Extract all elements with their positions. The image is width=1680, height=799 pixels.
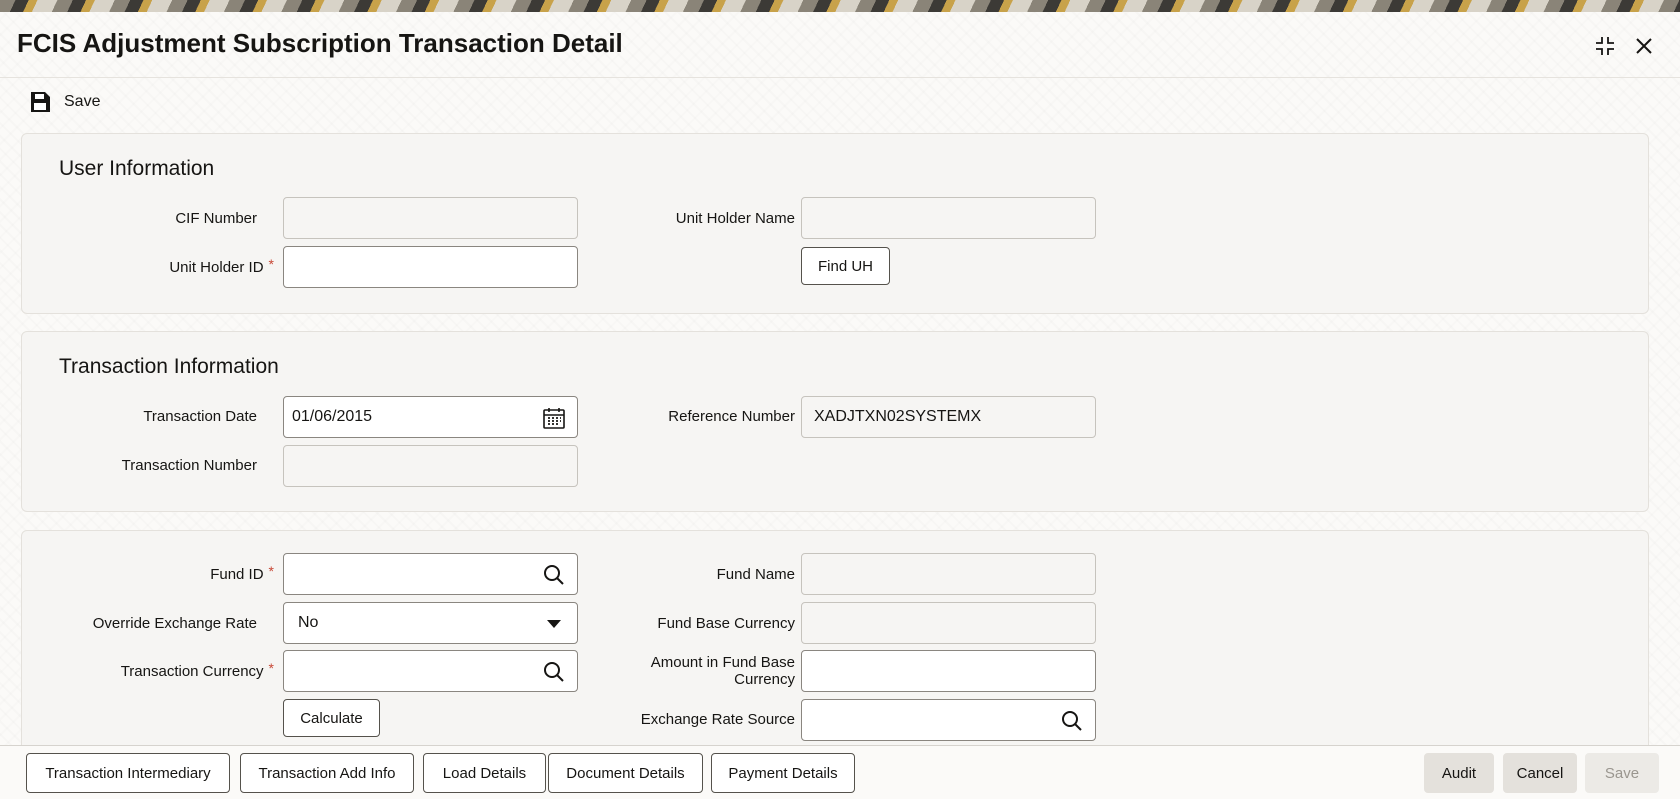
close-button[interactable] <box>1630 32 1658 60</box>
window-header: FCIS Adjustment Subscription Transaction… <box>0 12 1680 78</box>
transaction-date-value: 01/06/2015 <box>292 408 373 425</box>
transaction-intermediary-button[interactable]: Transaction Intermediary <box>26 753 230 793</box>
search-icon <box>544 662 564 682</box>
save-icon <box>31 92 50 112</box>
amount-in-fund-base-currency-label: Amount in Fund Base Currency <box>582 654 795 688</box>
fund-id-label-text: Fund ID <box>210 566 264 583</box>
amount-label-line2: Currency <box>734 671 795 688</box>
fund-id-input[interactable] <box>283 553 578 595</box>
load-details-button[interactable]: Load Details <box>423 753 546 793</box>
required-marker: * <box>268 563 274 579</box>
reference-number-field[interactable]: XADJTXN02SYSTEMX <box>801 396 1096 438</box>
search-icon <box>1062 711 1082 731</box>
fund-details-section: Fund ID * Override Exchange Rate No Trans… <box>21 530 1649 760</box>
override-exchange-rate-label: Override Exchange Rate <box>92 615 257 632</box>
fund-name-label: Fund Name <box>716 566 795 583</box>
exchange-rate-source-input[interactable] <box>801 699 1096 741</box>
reference-number-value: XADJTXN02SYSTEMX <box>814 408 982 425</box>
fund-name-field[interactable] <box>801 553 1096 595</box>
unit-holder-id-label-text: Unit Holder ID <box>169 259 264 276</box>
exchange-rate-source-search-button[interactable] <box>1059 708 1085 734</box>
find-uh-button[interactable]: Find UH <box>801 247 890 285</box>
required-marker: * <box>268 256 274 272</box>
unit-holder-id-label: Unit Holder ID * <box>22 256 274 276</box>
cif-number-field[interactable] <box>283 197 578 239</box>
transaction-add-info-button[interactable]: Transaction Add Info <box>240 753 414 793</box>
payment-details-button[interactable]: Payment Details <box>711 753 855 793</box>
fund-id-label: Fund ID * <box>22 563 274 583</box>
minimize-button[interactable] <box>1591 32 1619 60</box>
exchange-rate-source-label: Exchange Rate Source <box>640 711 795 728</box>
transaction-number-label: Transaction Number <box>121 457 257 474</box>
page-title: FCIS Adjustment Subscription Transaction… <box>17 28 623 58</box>
transaction-information-section: Transaction Information Transaction Date… <box>21 331 1649 512</box>
top-decorative-strip <box>0 0 1680 12</box>
fund-id-search-button[interactable] <box>541 562 567 588</box>
unit-holder-name-label: Unit Holder Name <box>675 210 795 227</box>
unit-holder-name-field[interactable] <box>801 197 1096 239</box>
toolbar-save-button[interactable]: Save <box>28 90 100 114</box>
toolbar-save-label: Save <box>64 93 101 110</box>
user-information-title: User Information <box>59 157 215 180</box>
amount-in-fund-base-currency-input[interactable] <box>801 650 1096 692</box>
unit-holder-id-input[interactable] <box>283 246 578 288</box>
cif-number-label: CIF Number <box>175 210 257 227</box>
transaction-currency-search-button[interactable] <box>541 659 567 685</box>
dropdown-toggle[interactable] <box>541 611 567 637</box>
reference-number-label: Reference Number <box>668 408 795 425</box>
calendar-button[interactable] <box>541 405 567 431</box>
chevron-down-icon <box>547 620 561 628</box>
transaction-number-field[interactable] <box>283 445 578 487</box>
amount-label-line1: Amount in Fund Base <box>650 654 795 671</box>
fund-base-currency-field[interactable] <box>801 602 1096 644</box>
calculate-button[interactable]: Calculate <box>283 699 380 737</box>
override-exchange-rate-value: No <box>298 614 319 631</box>
transaction-date-label: Transaction Date <box>143 408 257 425</box>
close-icon <box>1636 38 1652 54</box>
transaction-currency-label-text: Transaction Currency <box>120 663 264 680</box>
calendar-icon <box>543 408 565 429</box>
override-exchange-rate-select[interactable]: No <box>283 602 578 644</box>
minimize-icon <box>1596 37 1614 55</box>
document-details-button[interactable]: Document Details <box>548 753 703 793</box>
footer-save-button[interactable]: Save <box>1585 753 1659 793</box>
transaction-date-input[interactable]: 01/06/2015 <box>283 396 578 438</box>
cancel-button[interactable]: Cancel <box>1503 753 1577 793</box>
user-information-section: User Information CIF Number Unit Holder … <box>21 133 1649 314</box>
footer-bar: Transaction Intermediary Transaction Add… <box>0 745 1680 799</box>
transaction-information-title: Transaction Information <box>59 355 279 378</box>
required-marker: * <box>268 660 274 676</box>
fund-base-currency-label: Fund Base Currency <box>657 615 795 632</box>
toolbar: Save <box>0 86 400 122</box>
transaction-currency-label: Transaction Currency * <box>22 660 274 680</box>
transaction-currency-input[interactable] <box>283 650 578 692</box>
search-icon <box>544 565 564 585</box>
audit-button[interactable]: Audit <box>1424 753 1494 793</box>
